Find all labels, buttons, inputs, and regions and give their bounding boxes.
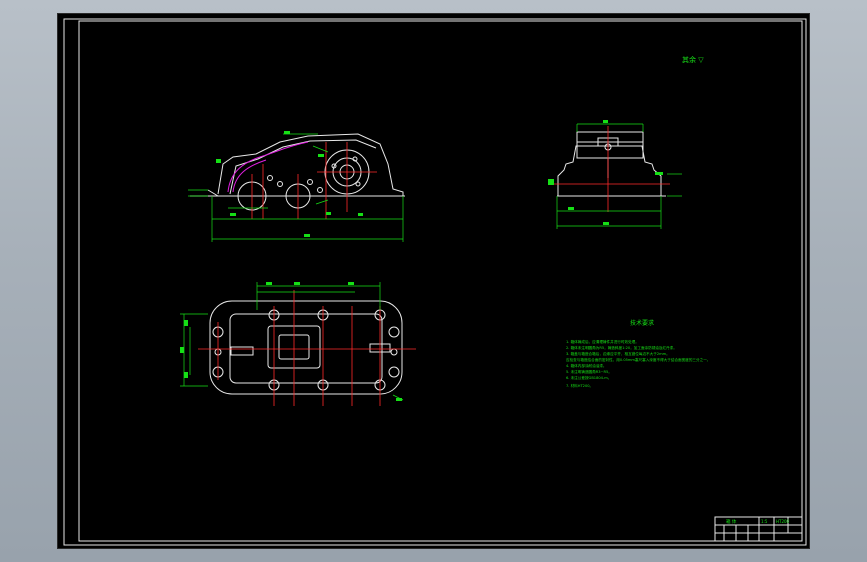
roughness-note: 其余 ▽ (682, 55, 704, 64)
tech-req-item: 3. 箱盖与箱座合箱后，边缘应平齐，相互错位每边不大于2mm。 (566, 351, 670, 356)
title-block-name: 箱 体 (726, 518, 737, 525)
title-block-material: HT200 (776, 519, 790, 524)
tech-req-item: 7. 材料HT200。 (566, 383, 593, 388)
tech-req-item: 4. 箱体内部涂耐油油漆。 (566, 363, 607, 368)
cad-drawing: 其余 ▽ 技术要求 1. 箱体铸成后，应清理铸件并进行时效处理。 2. 箱体未注… (63, 18, 807, 546)
title-block: 箱 体 1:5 HT200 (714, 516, 803, 542)
drawing-border-inner (78, 20, 803, 542)
drawing-viewport[interactable]: 其余 ▽ 技术要求 1. 箱体铸成后，应清理铸件并进行时效处理。 2. 箱体未注… (57, 13, 810, 549)
front-view (188, 131, 405, 242)
top-view (180, 282, 416, 406)
tech-req-item: 1. 箱体铸成后，应清理铸件并进行时效处理。 (566, 339, 639, 344)
side-view (548, 120, 682, 229)
tech-req-item: 5. 未注明铸造圆角R3~R5。 (566, 369, 612, 374)
tech-req-item: 应检查与箱座结合面的密封性，用0.05mm塞尺塞入深度不得大于结合面宽度的三分之… (566, 357, 710, 362)
tech-requirements: 技术要求 1. 箱体铸成后，应清理铸件并进行时效处理。 2. 箱体未注明圆角为R… (566, 319, 710, 388)
title-block-scale: 1:5 (761, 519, 768, 524)
tech-req-item: 6. 未注公差按GB1804-m。 (566, 375, 611, 380)
tech-req-title: 技术要求 (630, 319, 654, 327)
drawing-border-outer (63, 18, 807, 546)
tech-req-item: 2. 箱体未注明圆角为R5，铸造斜度1:20，加工面涂防锈油及红丹漆。 (566, 345, 677, 350)
